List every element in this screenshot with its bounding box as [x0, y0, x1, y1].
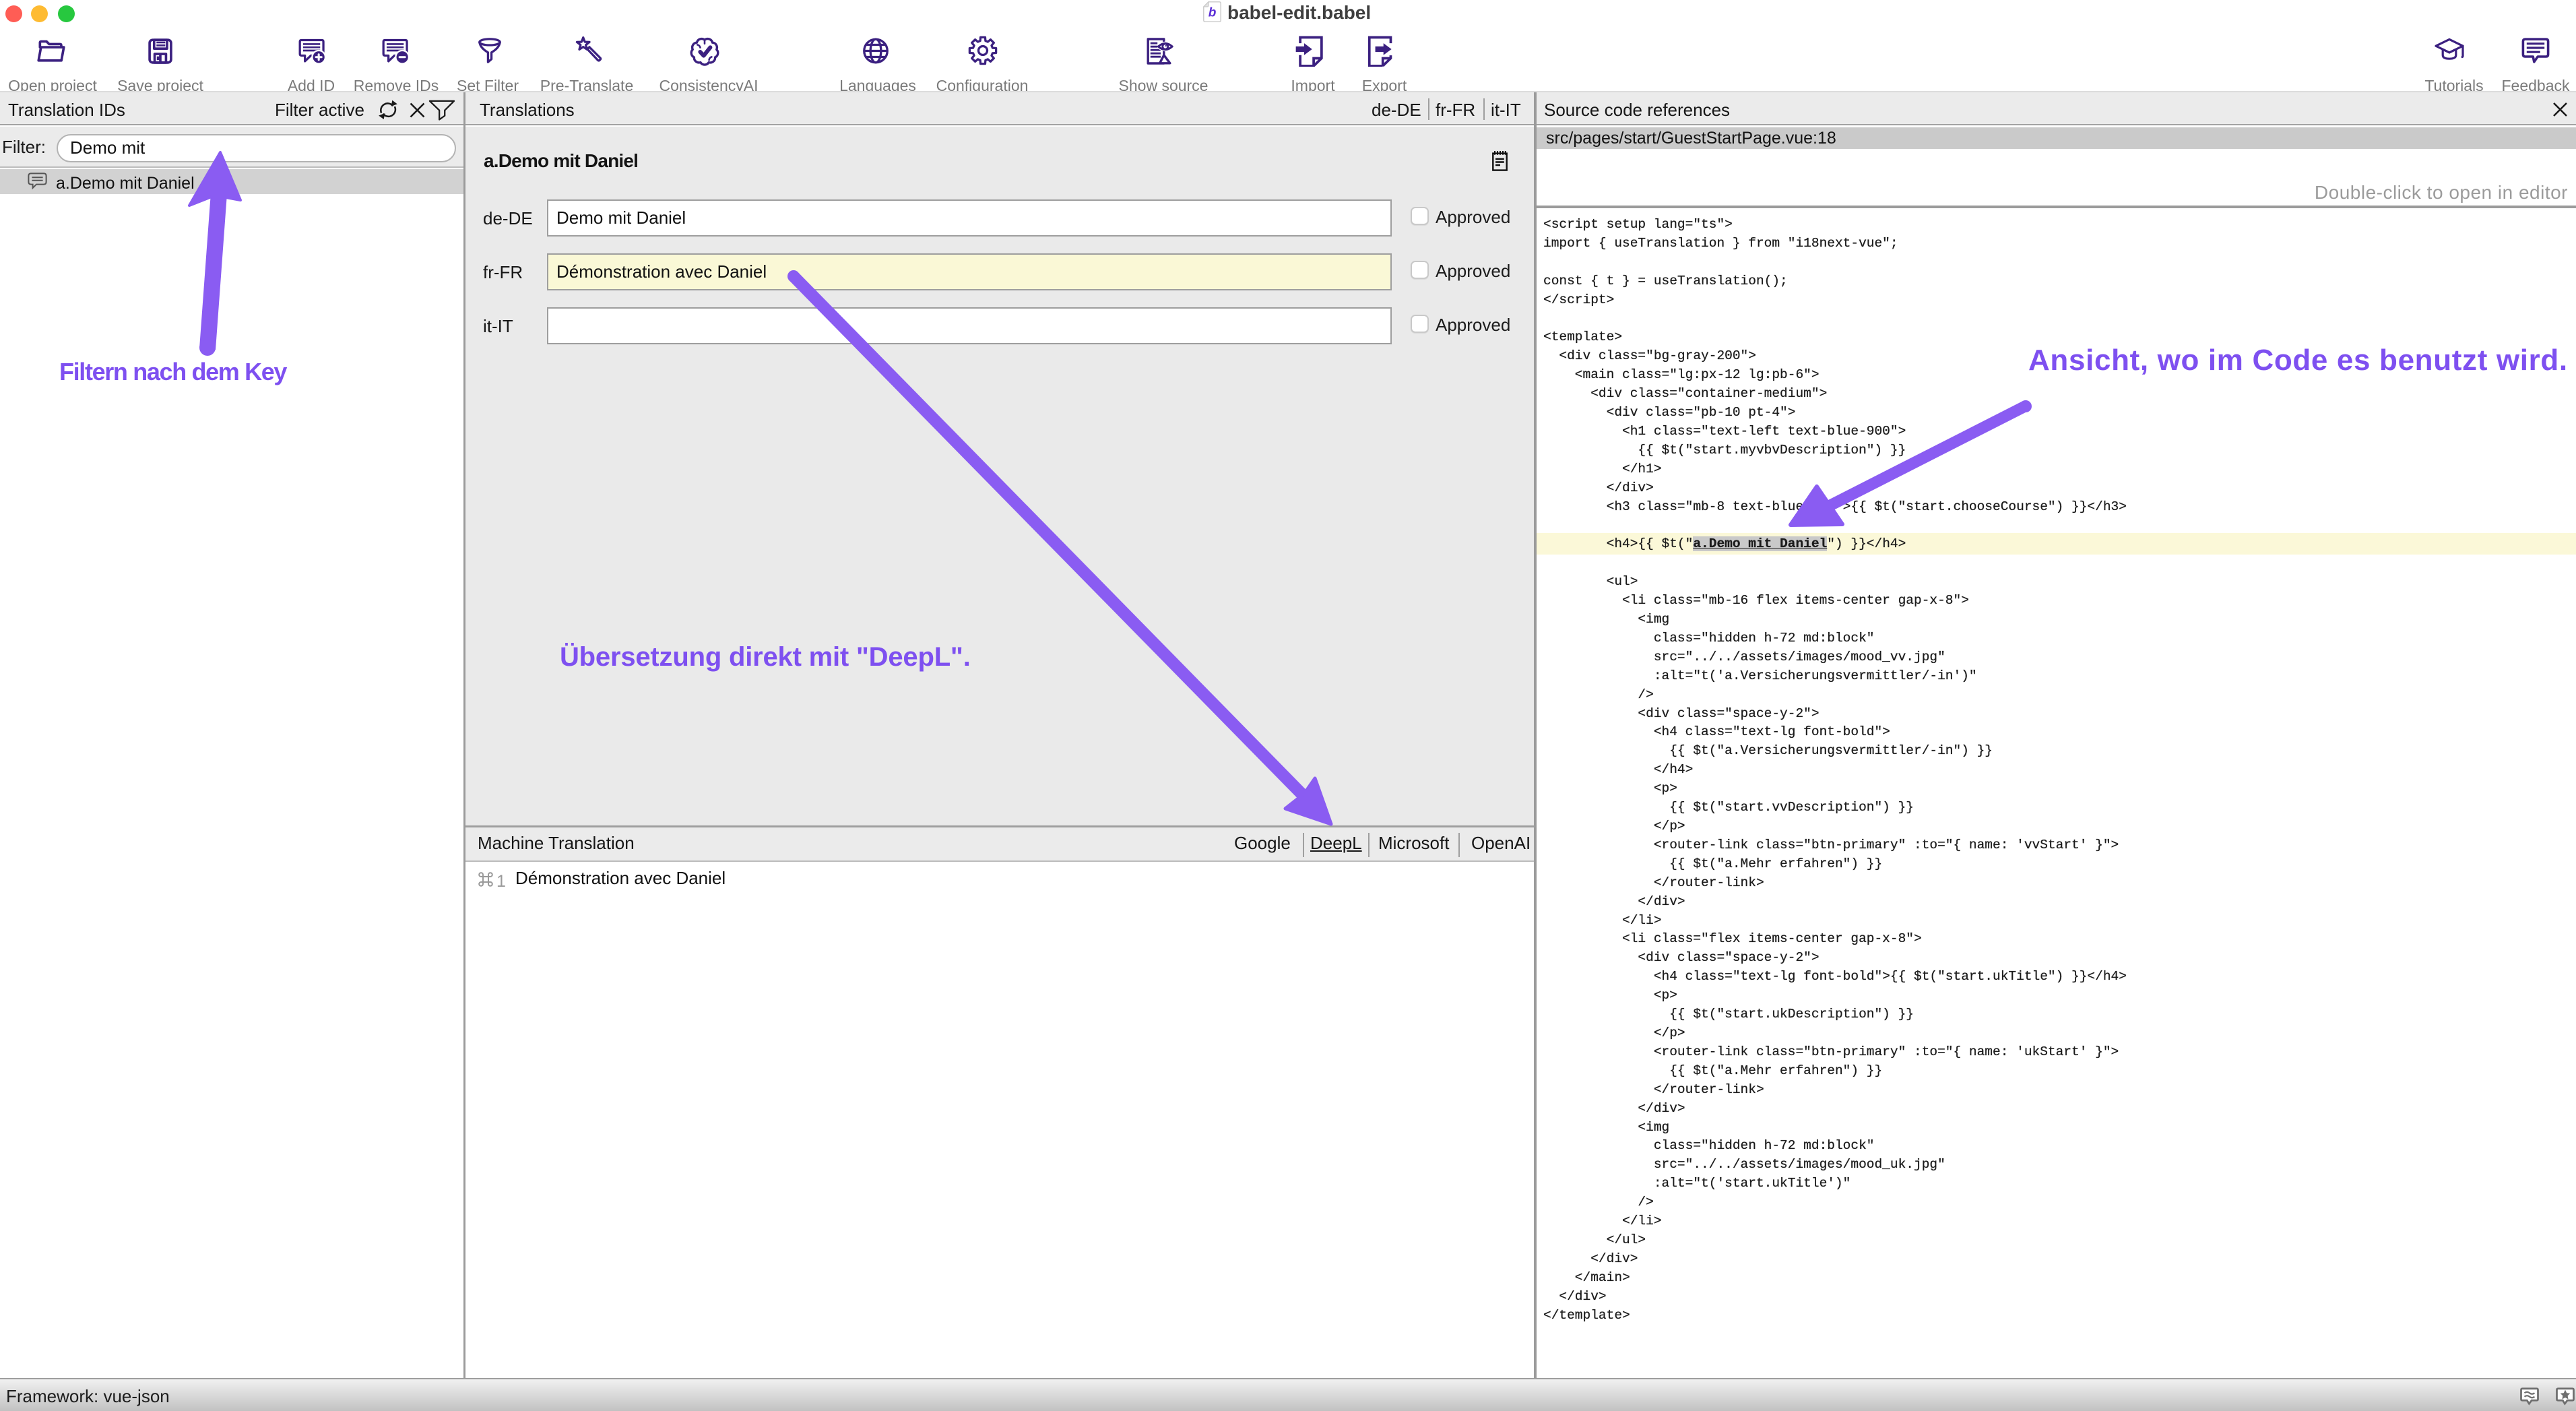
svg-text:b: b — [1209, 6, 1217, 20]
